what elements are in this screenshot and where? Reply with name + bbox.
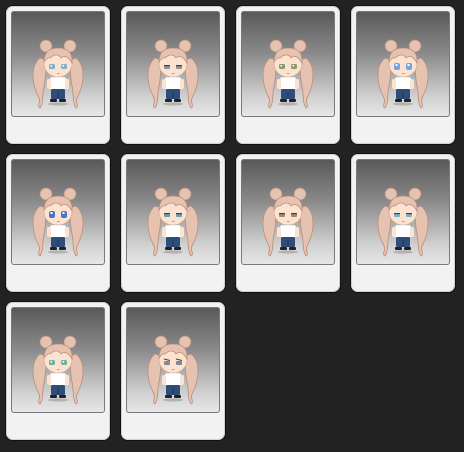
character-avatar: [373, 36, 433, 116]
character-avatar: [143, 184, 203, 264]
character-face-card[interactable]: [351, 154, 455, 292]
character-avatar: [373, 184, 433, 264]
character-avatar: [143, 332, 203, 412]
character-face-card[interactable]: [121, 6, 225, 144]
character-avatar: [28, 184, 88, 264]
character-face-card[interactable]: [236, 6, 340, 144]
character-face-card[interactable]: [121, 302, 225, 440]
character-avatar: [28, 36, 88, 116]
character-face-card[interactable]: [121, 154, 225, 292]
character-face-card[interactable]: [6, 302, 110, 440]
character-face-grid: [0, 0, 464, 452]
character-avatar: [143, 36, 203, 116]
character-face-card[interactable]: [351, 6, 455, 144]
character-face-card[interactable]: [236, 154, 340, 292]
character-face-card[interactable]: [6, 154, 110, 292]
character-avatar: [258, 36, 318, 116]
character-face-card[interactable]: [6, 6, 110, 144]
character-avatar: [28, 332, 88, 412]
character-avatar: [258, 184, 318, 264]
